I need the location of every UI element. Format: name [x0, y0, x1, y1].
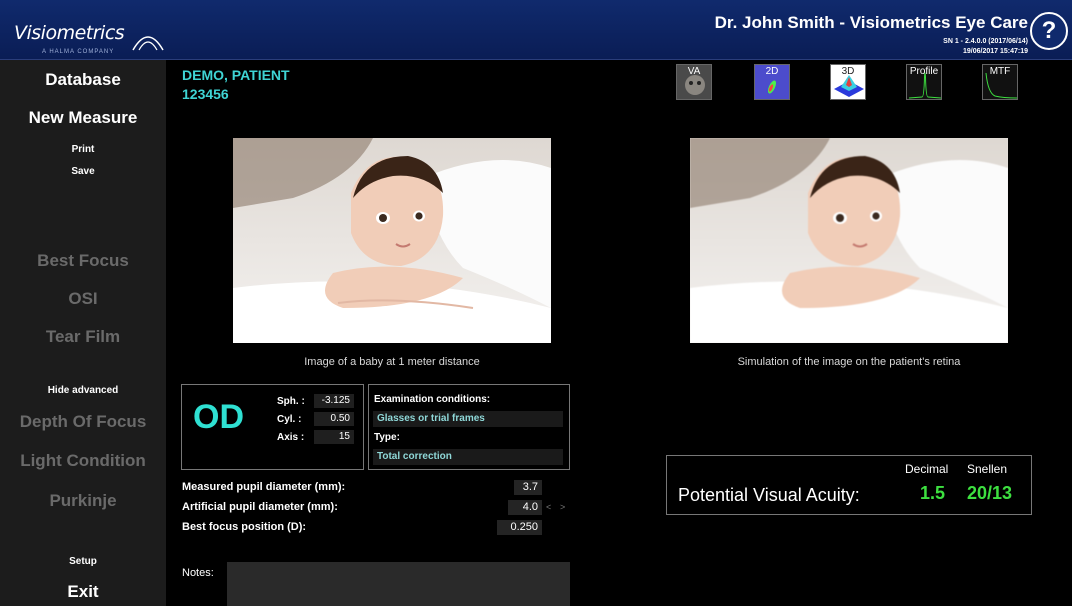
sidebar-item-osi[interactable]: OSI [0, 289, 166, 309]
va-label: VA [687, 66, 701, 77]
help-button[interactable]: ? [1030, 12, 1068, 50]
2d-label: 2D [765, 66, 779, 77]
notes-label: Notes: [182, 567, 214, 579]
sidebar-item-tear-film[interactable]: Tear Film [0, 327, 166, 347]
profile-label: Profile [909, 66, 939, 77]
sidebar-item-new-measure[interactable]: New Measure [0, 108, 166, 128]
cyl-value: 0.50 [314, 412, 354, 426]
exam-type-value: Total correction [373, 449, 563, 465]
sidebar-item-exit[interactable]: Exit [0, 582, 166, 602]
3d-view-button[interactable]: 3D [830, 64, 866, 100]
decimal-header: Decimal [905, 462, 949, 476]
exam-conditions-label: Examination conditions: [374, 394, 491, 405]
sidebar-item-setup[interactable]: Setup [0, 556, 166, 567]
clinic-title: Dr. John Smith - Visiometrics Eye Care [714, 13, 1028, 32]
sidebar-item-best-focus[interactable]: Best Focus [0, 251, 166, 271]
notes-field[interactable] [227, 562, 570, 606]
exam-conditions-panel: Examination conditions: Glasses or trial… [368, 384, 570, 470]
refraction-panel: OD Sph. : -3.125 Cyl. : 0.50 Axis : 15 [181, 384, 364, 470]
mtf-label: MTF [989, 66, 1011, 77]
best-focus-value: 0.250 [497, 520, 542, 535]
sidebar-item-hide-advanced[interactable]: Hide advanced [0, 385, 166, 396]
sidebar-item-save[interactable]: Save [0, 166, 166, 177]
sph-label: Sph. : [277, 396, 305, 407]
axis-label: Axis : [277, 432, 305, 443]
sidebar-item-print[interactable]: Print [0, 144, 166, 155]
patient-id: 123456 [182, 86, 229, 102]
top-header: Visiometrics A HALMA COMPANY Dr. John Sm… [0, 0, 1072, 60]
logo-subtitle: A HALMA COMPANY [42, 49, 115, 55]
3d-label: 3D [841, 66, 855, 77]
left-image-caption: Image of a baby at 1 meter distance [304, 356, 480, 368]
exam-conditions-value: Glasses or trial frames [373, 411, 563, 427]
pva-label: Potential Visual Acuity: [678, 485, 860, 505]
cyl-label: Cyl. : [277, 414, 302, 425]
axis-value: 15 [314, 430, 354, 444]
sidebar-item-depth-of-focus[interactable]: Depth Of Focus [0, 412, 166, 432]
measured-pupil-value: 3.7 [514, 480, 542, 495]
exam-type-label: Type: [374, 432, 400, 443]
mtf-view-button[interactable]: MTF [982, 64, 1018, 100]
sidebar: Database New Measure Print Save Best Foc… [0, 60, 166, 606]
pva-panel: Decimal Snellen Potential Visual Acuity:… [666, 455, 1032, 515]
datetime: 19/06/2017 15:47:19 [963, 48, 1028, 55]
logo-arc-icon [132, 36, 164, 51]
sidebar-item-purkinje[interactable]: Purkinje [0, 491, 166, 511]
patient-name: DEMO, PATIENT [182, 67, 290, 83]
artificial-pupil-value[interactable]: 4.0 [508, 500, 542, 515]
visiometrics-logo: Visiometrics A HALMA COMPANY [4, 8, 166, 55]
serial-version: SN 1 - 2.4.0.0 (2017/06/14) [943, 38, 1028, 45]
sph-value: -3.125 [314, 394, 354, 408]
baby-image [233, 138, 551, 343]
sidebar-item-database[interactable]: Database [0, 70, 166, 90]
2d-view-button[interactable]: 2D [754, 64, 790, 100]
increase-arrow-icon[interactable]: > [560, 502, 565, 512]
profile-view-button[interactable]: Profile [906, 64, 942, 100]
best-focus-label: Best focus position (D): [182, 521, 307, 533]
decrease-arrow-icon[interactable]: < [546, 502, 551, 512]
va-view-button[interactable]: VA [676, 64, 712, 100]
eye-label: OD [193, 398, 244, 436]
help-icon: ? [1041, 17, 1057, 44]
right-image-caption: Simulation of the image on the patient's… [737, 356, 961, 368]
artificial-pupil-label: Artificial pupil diameter (mm): [182, 501, 338, 513]
snellen-header: Snellen [967, 462, 1008, 476]
pva-snellen-value: 20/13 [967, 483, 1013, 503]
retina-simulation-image [690, 138, 1008, 343]
measured-pupil-label: Measured pupil diameter (mm): [182, 481, 346, 493]
pva-decimal-value: 1.5 [920, 483, 946, 503]
sidebar-item-light-condition[interactable]: Light Condition [0, 451, 166, 471]
logo-text: Visiometrics [14, 22, 125, 44]
